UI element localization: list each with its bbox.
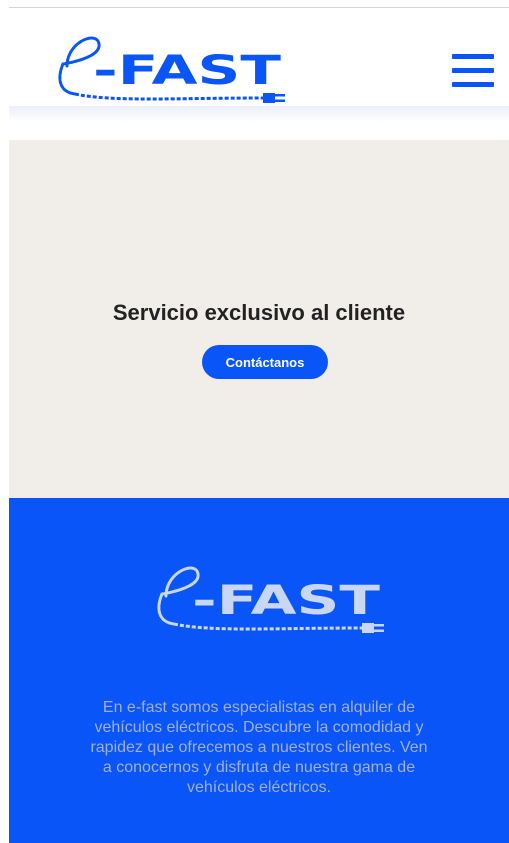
footer-efast-logo: -FAST — [157, 566, 384, 633]
efast-logo: -FAST — [58, 36, 285, 103]
about-description: En e-fast somos especialistas en alquile… — [90, 699, 428, 796]
contact-button[interactable]: Contáctanos — [202, 345, 328, 379]
site-header: -FAST — [9, 8, 509, 108]
header-shadow — [9, 106, 509, 122]
about-section: -FAST En e-fast somos especialistas en a… — [9, 498, 509, 843]
logo-wordmark: -FAST — [93, 48, 282, 94]
footer-logo-wordmark: -FAST — [192, 578, 381, 624]
hamburger-menu-button[interactable] — [449, 54, 495, 90]
hero-title: Servicio exclusivo al cliente — [112, 300, 406, 325]
hero-section: Servicio exclusivo al cliente Contáctano… — [9, 140, 509, 498]
